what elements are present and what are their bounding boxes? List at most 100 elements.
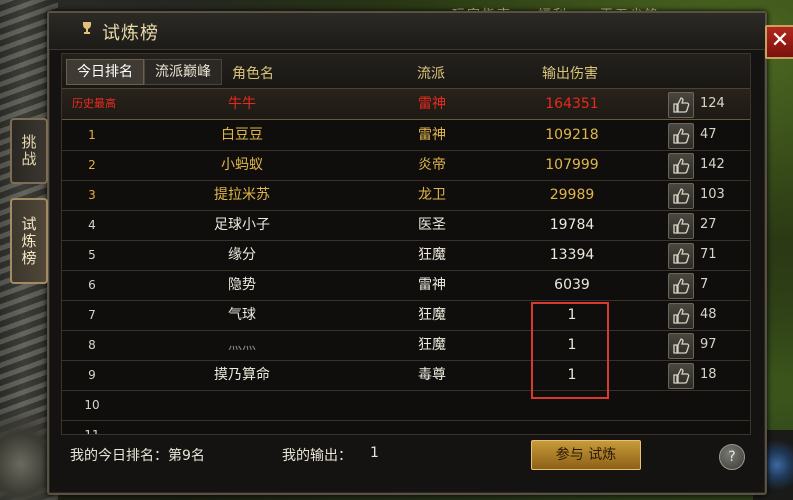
damage-cell: 107999 — [545, 157, 599, 173]
name-cell: 提拉米苏 — [214, 187, 270, 203]
like-button[interactable] — [668, 183, 694, 209]
like-count: 124 — [700, 96, 725, 111]
table-row: 7 气球 狂魔 1 48 — [62, 300, 750, 331]
name-cell: 摸乃算命 — [214, 367, 270, 383]
thumbs-up-icon — [673, 308, 690, 324]
like-button[interactable] — [668, 273, 694, 299]
rank-cell: 2 — [88, 158, 96, 172]
table-header: 今日排名 流派巅峰 角色名 流派 输出伤害 — [62, 54, 750, 89]
thumbs-up-icon — [673, 128, 690, 144]
like-count: 47 — [700, 127, 717, 142]
ranking-table: 今日排名 流派巅峰 角色名 流派 输出伤害 历史最高 牛牛 雷神 164351 … — [61, 53, 751, 435]
school-cell: 医圣 — [418, 217, 446, 233]
school-cell: 毒尊 — [418, 367, 446, 383]
like-button[interactable] — [668, 243, 694, 269]
damage-cell: 29989 — [549, 187, 595, 203]
school-cell: 狂魔 — [418, 307, 446, 323]
like-button[interactable] — [668, 363, 694, 389]
rank-cell: 8 — [88, 338, 96, 352]
rank-cell: 5 — [88, 248, 96, 262]
title-bar: 试炼榜 — [49, 13, 765, 50]
like-count: 142 — [700, 157, 725, 172]
name-cell: 缘分 — [228, 247, 256, 263]
tab-challenge[interactable]: 挑战 — [10, 118, 48, 184]
name-cell: 灬灬 — [228, 337, 256, 353]
name-cell: 足球小子 — [214, 217, 270, 233]
like-count: 18 — [700, 367, 717, 382]
tab-trial-ranking[interactable]: 试炼榜 — [10, 198, 48, 284]
table-row: 6 隐势 雷神 6039 7 — [62, 270, 750, 301]
like-button[interactable] — [668, 333, 694, 359]
rank-cell: 3 — [88, 188, 96, 202]
column-header-school: 流派 — [417, 66, 445, 82]
table-row: 5 缘分 狂魔 13394 71 — [62, 240, 750, 271]
like-button[interactable] — [668, 213, 694, 239]
my-rank-label: 我的今日排名：第9名 — [70, 448, 205, 464]
table-row: 4 足球小子 医圣 19784 27 — [62, 210, 750, 241]
damage-cell: 19784 — [549, 217, 595, 233]
damage-cell: 164351 — [545, 96, 599, 112]
name-cell: 隐势 — [228, 277, 256, 293]
like-button[interactable] — [668, 303, 694, 329]
thumbs-up-icon — [673, 278, 690, 294]
my-output-value: 1 — [370, 445, 379, 461]
rank-cell: 1 — [88, 128, 96, 142]
rank-cell: 9 — [88, 368, 96, 382]
table-row: 9 摸乃算命 毒尊 1 18 — [62, 360, 750, 391]
school-cell: 狂魔 — [418, 337, 446, 353]
close-button[interactable]: ✕ — [765, 25, 793, 59]
rank-cell: 11 — [84, 428, 100, 435]
thumbs-up-icon — [673, 188, 690, 204]
thumbs-up-icon — [673, 368, 690, 384]
rank-cell: 7 — [88, 308, 96, 322]
school-cell: 雷神 — [418, 96, 446, 112]
name-cell: 小蚂蚁 — [221, 157, 263, 173]
help-button[interactable]: ? — [719, 444, 745, 470]
rank-cell: 4 — [88, 218, 96, 232]
name-cell: 白豆豆 — [221, 127, 263, 143]
school-cell: 雷神 — [418, 127, 446, 143]
name-cell: 牛牛 — [228, 96, 256, 112]
school-cell: 炎帝 — [418, 157, 446, 173]
table-row-history-best: 历史最高 牛牛 雷神 164351 124 — [62, 89, 750, 120]
column-header-damage: 输出伤害 — [542, 66, 598, 82]
tab-challenge-label: 挑战 — [19, 134, 38, 168]
like-button[interactable] — [668, 123, 694, 149]
name-cell: 气球 — [228, 307, 256, 323]
like-button[interactable] — [668, 92, 694, 118]
like-count: 71 — [700, 247, 717, 262]
window-title: 试炼榜 — [102, 23, 159, 44]
school-cell: 雷神 — [418, 277, 446, 293]
column-header-name: 角色名 — [232, 66, 274, 82]
damage-cell: 6039 — [554, 277, 590, 293]
thumbs-up-icon — [673, 97, 690, 113]
table-row: 11 — [62, 420, 750, 435]
like-count: 97 — [700, 337, 717, 352]
thumbs-up-icon — [673, 158, 690, 174]
close-icon: ✕ — [770, 28, 790, 53]
tab-school-peak[interactable]: 流派巅峰 — [144, 59, 222, 85]
like-button[interactable] — [668, 153, 694, 179]
question-mark-icon: ? — [728, 449, 736, 465]
damage-cell: 109218 — [545, 127, 599, 143]
damage-cell: 13394 — [549, 247, 595, 263]
school-cell: 龙卫 — [418, 187, 446, 203]
damage-highlight-box — [531, 302, 609, 399]
table-row: 2 小蚂蚁 炎帝 107999 142 — [62, 150, 750, 181]
tab-trial-ranking-label: 试炼榜 — [19, 215, 38, 267]
like-count: 103 — [700, 187, 725, 202]
table-row: 3 提拉米苏 龙卫 29989 103 — [62, 180, 750, 211]
my-output-label: 我的输出： — [282, 448, 352, 464]
thumbs-up-icon — [673, 248, 690, 264]
thumbs-up-icon — [673, 338, 690, 354]
like-count: 48 — [700, 307, 717, 322]
tab-today-ranking[interactable]: 今日排名 — [66, 59, 144, 85]
rank-cell: 历史最高 — [72, 97, 116, 110]
like-count: 27 — [700, 217, 717, 232]
school-cell: 狂魔 — [418, 247, 446, 263]
table-row: 10 — [62, 390, 750, 421]
trophy-icon — [83, 22, 91, 34]
table-row: 8 灬灬 狂魔 1 97 — [62, 330, 750, 361]
join-trial-button[interactable]: 参与 试炼 — [531, 440, 641, 470]
thumbs-up-icon — [673, 218, 690, 234]
